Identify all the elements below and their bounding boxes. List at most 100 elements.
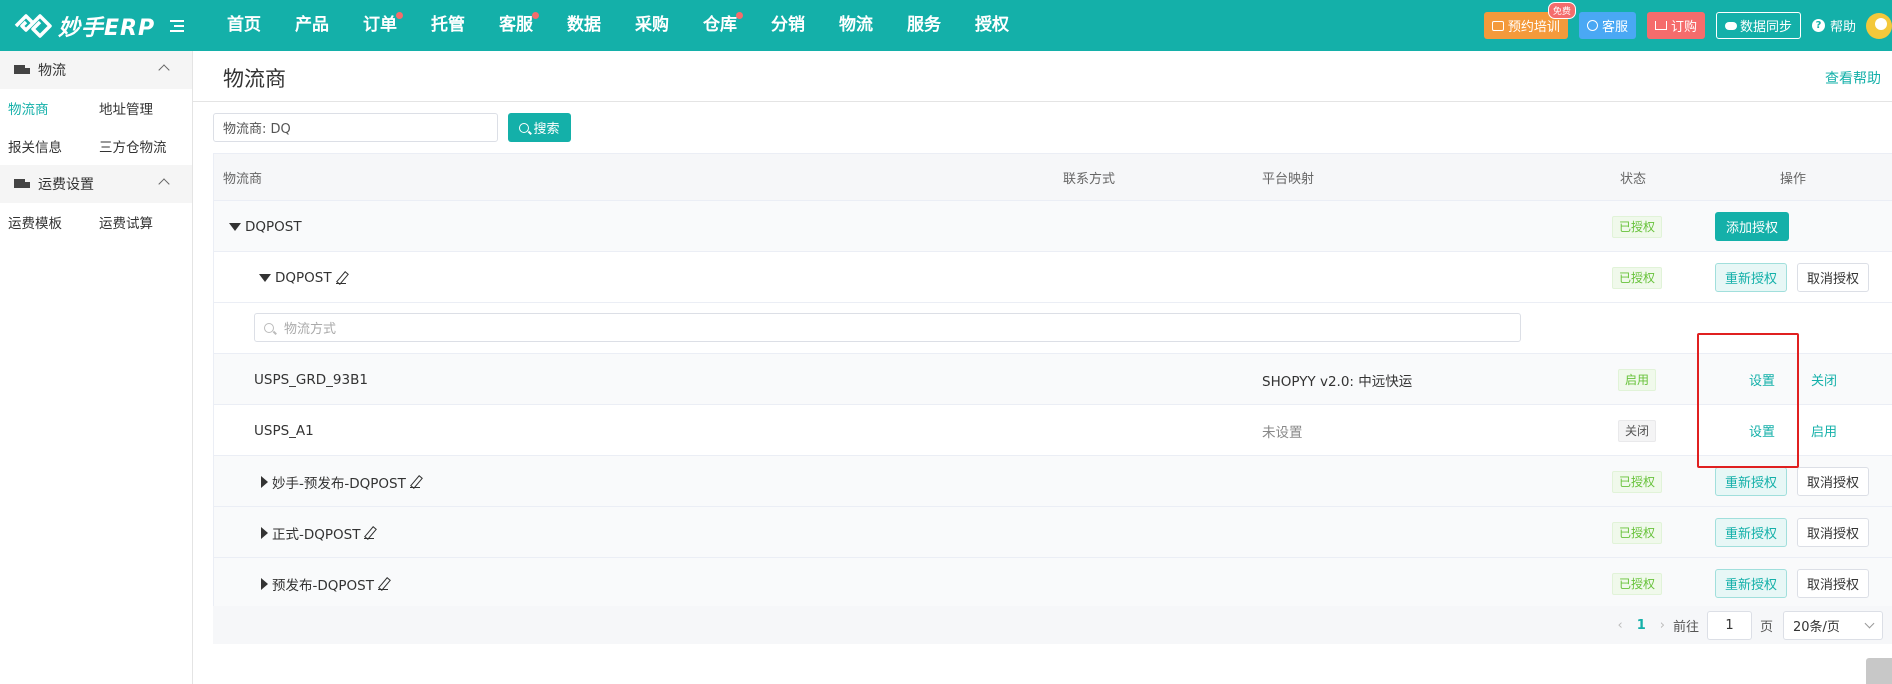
truck-icon	[14, 178, 31, 190]
chat-icon	[1491, 20, 1504, 31]
reauthorize-button[interactable]: 重新授权	[1715, 263, 1788, 292]
table-row: USPS_GRD_93B1 SHOPYY v2.0: 中远快运 启用 设置 关闭	[214, 354, 1892, 405]
table-row: 物流方式	[214, 303, 1892, 354]
cancel-authorization-button[interactable]: 取消授权	[1797, 518, 1870, 547]
caret-down-icon[interactable]	[229, 222, 241, 231]
sidebar-item-3pl[interactable]: 三方仓物流	[91, 136, 182, 156]
prev-page-button[interactable]: ‹	[1618, 618, 1623, 633]
nav-orders[interactable]: 订单	[346, 0, 414, 51]
providers-table: 物流商 联系方式 平台映射 状态 操作 DQPOST 已授权 添加授权 DQPO…	[213, 153, 1892, 610]
logo-icon	[14, 13, 52, 38]
cancel-authorization-button[interactable]: 取消授权	[1797, 569, 1870, 598]
col-action: 操作	[1780, 172, 1807, 187]
cancel-authorization-button[interactable]: 取消授权	[1797, 467, 1870, 496]
data-sync-button[interactable]: 数据同步	[1715, 12, 1801, 39]
reauthorize-button[interactable]: 重新授权	[1715, 518, 1788, 547]
highlight-box	[1697, 333, 1799, 468]
col-mapping: 平台映射	[1262, 172, 1315, 187]
logo[interactable]: 妙手ERP	[0, 0, 160, 51]
search-icon	[264, 322, 274, 333]
main-content: 物流商 查看帮助 物流商: DQ 搜索 物流商 联系方式 平台映射 状态 操作 …	[193, 51, 1892, 684]
method-name: USPS_GRD_93B1	[254, 371, 368, 388]
nav-logistics[interactable]: 物流	[822, 0, 890, 51]
menu-toggle-icon[interactable]	[160, 19, 194, 32]
nav-hosting[interactable]: 托管	[414, 0, 482, 51]
enable-link[interactable]: 启用	[1811, 421, 1837, 440]
page-title: 物流商	[223, 67, 286, 91]
logo-text: 妙手ERP	[58, 15, 156, 41]
sidebar-item-address[interactable]: 地址管理	[91, 98, 182, 118]
caret-right-icon[interactable]	[261, 526, 268, 539]
table-header: 物流商 联系方式 平台映射 状态 操作	[214, 154, 1892, 201]
main-nav: 首页 产品 订单 托管 客服 数据 采购 仓库 分销 物流 服务 授权	[210, 0, 1026, 51]
avatar[interactable]	[1866, 12, 1892, 39]
platform-mapping: 未设置	[1262, 424, 1303, 441]
nav-customer-service[interactable]: 客服	[482, 0, 550, 51]
disable-link[interactable]: 关闭	[1811, 370, 1837, 389]
nav-products[interactable]: 产品	[278, 0, 346, 51]
sidebar-group-logistics[interactable]: 物流	[0, 51, 192, 89]
edit-icon[interactable]	[335, 272, 347, 284]
caret-right-icon[interactable]	[261, 475, 268, 488]
question-icon: ?	[1811, 19, 1825, 32]
cart-icon	[1654, 21, 1667, 30]
table-row: 预发布-DQPOST 已授权 重新授权 取消授权	[214, 558, 1892, 609]
page-suffix: 页	[1759, 619, 1773, 635]
nav-distribution[interactable]: 分销	[754, 0, 822, 51]
search-button[interactable]: 搜索	[508, 113, 571, 142]
reauthorize-button[interactable]: 重新授权	[1715, 569, 1788, 598]
next-page-button[interactable]: ›	[1660, 618, 1665, 633]
nav-home[interactable]: 首页	[210, 0, 278, 51]
method-name: USPS_A1	[254, 422, 314, 439]
sidebar-item-freight-template[interactable]: 运费模板	[0, 212, 91, 232]
caret-right-icon[interactable]	[261, 577, 268, 590]
reauthorize-button[interactable]: 重新授权	[1715, 467, 1788, 496]
sidebar-item-providers[interactable]: 物流商	[0, 98, 91, 118]
edit-icon[interactable]	[409, 476, 421, 488]
account-name: 妙手-预发布-DQPOST	[272, 475, 406, 492]
add-authorization-button[interactable]: 添加授权	[1715, 212, 1790, 241]
goto-page-input[interactable]: 1	[1706, 610, 1752, 640]
nav-services[interactable]: 服务	[890, 0, 958, 51]
table-row: 正式-DQPOST 已授权 重新授权 取消授权	[214, 507, 1892, 558]
provider-filter-input[interactable]: 物流商: DQ	[213, 113, 498, 142]
free-badge: 免费	[1547, 2, 1576, 19]
nav-authorization[interactable]: 授权	[958, 0, 1026, 51]
col-contact: 联系方式	[1063, 172, 1116, 187]
shipping-method-search-input[interactable]: 物流方式	[254, 313, 1521, 342]
table-row: USPS_A1 未设置 关闭 设置 启用	[214, 405, 1892, 456]
page-size-select[interactable]: 20条/页	[1783, 610, 1883, 640]
headset-icon	[1586, 20, 1598, 31]
table-row: 妙手-预发布-DQPOST 已授权 重新授权 取消授权	[214, 456, 1892, 507]
sidebar-item-customs[interactable]: 报关信息	[0, 136, 91, 156]
divider	[193, 101, 1892, 102]
status-badge: 已授权	[1612, 470, 1663, 493]
help-link[interactable]: ? 帮助	[1811, 16, 1856, 35]
corner-tab[interactable]	[1866, 658, 1892, 684]
col-status: 状态	[1620, 172, 1647, 187]
platform-mapping: SHOPYY v2.0: 中远快运	[1262, 373, 1413, 390]
view-help-link[interactable]: 查看帮助	[1825, 68, 1881, 88]
customer-service-button[interactable]: 客服	[1578, 12, 1636, 39]
sidebar: 物流 物流商 地址管理 报关信息 三方仓物流 运费设置 运费模板 运费试算	[0, 51, 193, 684]
provider-name: DQPOST	[245, 218, 302, 235]
cancel-authorization-button[interactable]: 取消授权	[1797, 263, 1870, 292]
nav-purchase[interactable]: 采购	[618, 0, 686, 51]
status-badge: 已授权	[1612, 266, 1663, 289]
edit-icon[interactable]	[377, 578, 389, 590]
status-badge: 已授权	[1612, 572, 1663, 595]
page-number[interactable]: 1	[1637, 618, 1646, 633]
edit-icon[interactable]	[363, 527, 375, 539]
sidebar-group-freight[interactable]: 运费设置	[0, 165, 192, 203]
notification-dot	[736, 12, 743, 19]
top-bar: 妙手ERP 首页 产品 订单 托管 客服 数据 采购 仓库 分销 物流 服务 授…	[0, 0, 1892, 51]
nav-warehouse[interactable]: 仓库	[686, 0, 754, 51]
truck-icon	[14, 64, 31, 76]
table-row: DQPOST 已授权 重新授权 取消授权	[214, 252, 1892, 303]
caret-down-icon[interactable]	[259, 273, 271, 282]
training-button[interactable]: 预约培训 免费	[1483, 2, 1576, 39]
nav-data[interactable]: 数据	[550, 0, 618, 51]
cloud-icon	[1724, 21, 1737, 30]
sidebar-item-freight-calc[interactable]: 运费试算	[91, 212, 182, 232]
order-button[interactable]: 订购	[1646, 12, 1705, 39]
